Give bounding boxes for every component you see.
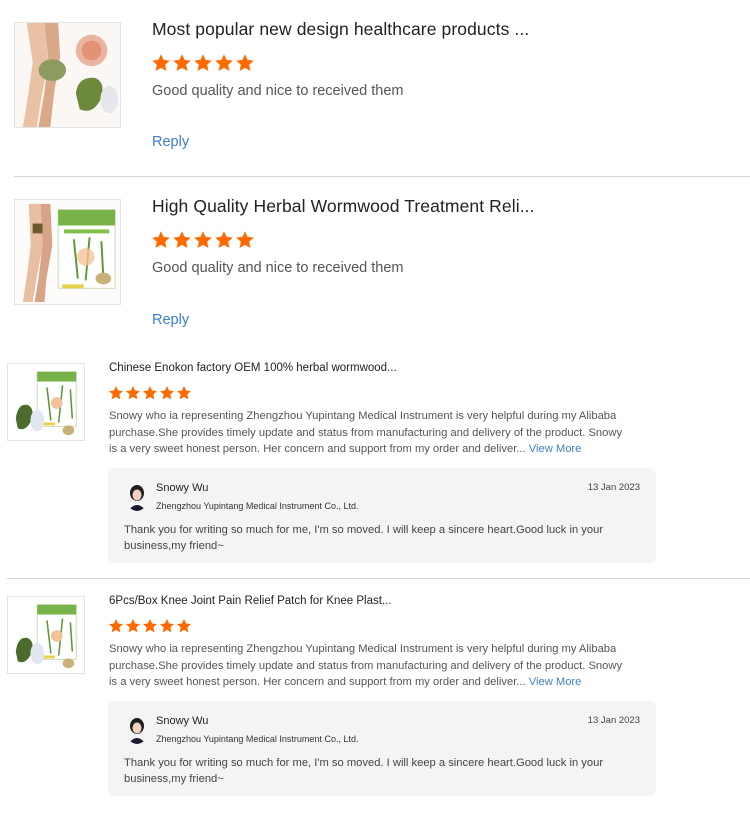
star-icon: [236, 54, 254, 71]
knee-joint-patch-box-icon: [8, 597, 84, 673]
star-icon: [152, 231, 170, 248]
review-item: 6Pcs/Box Knee Joint Pain Relief Patch fo…: [0, 583, 750, 813]
divider: [7, 578, 750, 579]
reply-author-name: Snowy Wu: [156, 715, 209, 727]
review-text: Snowy who ia representing Zhengzhou Yupi…: [109, 408, 625, 458]
rating-stars: [151, 53, 255, 73]
product-title[interactable]: 6Pcs/Box Knee Joint Pain Relief Patch fo…: [109, 595, 392, 607]
product-thumbnail[interactable]: [7, 363, 85, 441]
star-icon: [109, 619, 123, 633]
star-icon: [194, 54, 212, 71]
reply-company: Zhengzhou Yupintang Medical Instrument C…: [156, 501, 359, 511]
reply-link[interactable]: Reply: [152, 134, 189, 150]
star-icon: [143, 619, 157, 633]
star-icon: [194, 231, 212, 248]
review-item: Most popular new design healthcare produ…: [0, 0, 750, 176]
star-icon: [152, 54, 170, 71]
avatar: [126, 716, 148, 744]
star-icon: [173, 54, 191, 71]
star-icon: [143, 386, 157, 400]
star-icon: [236, 231, 254, 248]
star-icon: [177, 619, 191, 633]
product-thumbnail[interactable]: [14, 22, 121, 128]
herbal-patch-box-icon: [15, 200, 120, 304]
product-title[interactable]: High Quality Herbal Wormwood Treatment R…: [152, 196, 535, 217]
star-icon: [126, 386, 140, 400]
star-icon: [109, 386, 123, 400]
product-thumbnail[interactable]: [14, 199, 121, 305]
star-icon: [160, 386, 174, 400]
reply-company: Zhengzhou Yupintang Medical Instrument C…: [156, 734, 359, 744]
star-icon: [215, 54, 233, 71]
star-icon: [215, 231, 233, 248]
reply-date: 13 Jan 2023: [587, 482, 640, 493]
reply-text: Thank you for writing so much for me, I'…: [124, 524, 604, 552]
star-icon: [126, 619, 140, 633]
knee-patch-product-icon: [15, 23, 120, 127]
product-title[interactable]: Chinese Enokon factory OEM 100% herbal w…: [109, 362, 397, 374]
rating-stars: [151, 230, 255, 250]
view-more-link[interactable]: View More: [529, 443, 582, 455]
seller-reply: Snowy Wu Zhengzhou Yupintang Medical Ins…: [108, 468, 656, 563]
product-thumbnail[interactable]: [7, 596, 85, 674]
review-text: Good quality and nice to received them: [152, 260, 404, 276]
review-text: Snowy who ia representing Zhengzhou Yupi…: [109, 641, 625, 691]
rating-stars: [108, 385, 192, 401]
reply-author-name: Snowy Wu: [156, 482, 209, 494]
view-more-link[interactable]: View More: [529, 676, 582, 688]
star-icon: [173, 231, 191, 248]
avatar: [126, 483, 148, 511]
review-item: Chinese Enokon factory OEM 100% herbal w…: [0, 350, 750, 578]
seller-reply: Snowy Wu Zhengzhou Yupintang Medical Ins…: [108, 701, 656, 796]
star-icon: [177, 386, 191, 400]
review-item: High Quality Herbal Wormwood Treatment R…: [0, 177, 750, 347]
star-icon: [160, 619, 174, 633]
product-title[interactable]: Most popular new design healthcare produ…: [152, 19, 529, 40]
wormwood-patch-box-icon: [8, 364, 84, 440]
rating-stars: [108, 618, 192, 634]
review-text: Good quality and nice to received them: [152, 83, 404, 99]
reply-date: 13 Jan 2023: [587, 715, 640, 726]
reply-text: Thank you for writing so much for me, I'…: [124, 757, 604, 785]
reply-link[interactable]: Reply: [152, 312, 189, 328]
